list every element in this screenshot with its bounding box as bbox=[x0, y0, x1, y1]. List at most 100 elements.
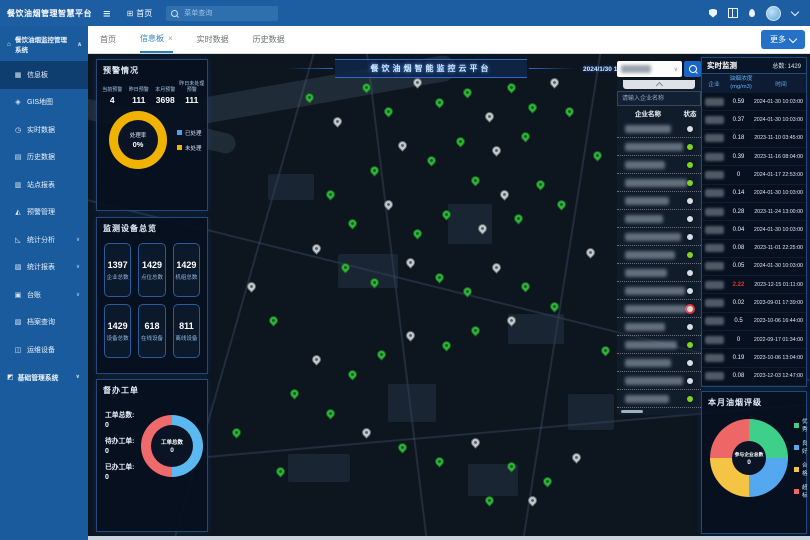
sidebar-item-8[interactable]: ▧统计报表∨ bbox=[0, 254, 88, 282]
company-name-input[interactable] bbox=[617, 91, 701, 106]
company-row[interactable] bbox=[617, 174, 701, 192]
map-pin-offline[interactable] bbox=[490, 144, 503, 157]
map-pin-online[interactable] bbox=[519, 281, 532, 294]
map-pin-offline[interactable] bbox=[360, 426, 373, 439]
hamburger-menu-icon[interactable]: ≡ bbox=[103, 7, 111, 20]
company-row[interactable] bbox=[617, 228, 701, 246]
map-pin-online[interactable] bbox=[346, 368, 359, 381]
map-pin-online[interactable] bbox=[274, 465, 287, 478]
device-stat-box[interactable]: 811离线设备 bbox=[173, 304, 200, 358]
map-pin-online[interactable] bbox=[231, 426, 244, 439]
map-pin-online[interactable] bbox=[425, 154, 438, 167]
company-row[interactable] bbox=[617, 282, 701, 300]
sidebar-item-4[interactable]: ▤历史数据 bbox=[0, 144, 88, 172]
map-pin-online[interactable] bbox=[454, 135, 467, 148]
sidebar-item-11[interactable]: ◫运维设备 bbox=[0, 336, 88, 364]
map-pin-online[interactable] bbox=[375, 349, 388, 362]
map-pin-online[interactable] bbox=[483, 494, 496, 507]
tab-2[interactable]: 信息板× bbox=[140, 26, 173, 53]
sidebar-item-10[interactable]: ▨档案查询 bbox=[0, 309, 88, 337]
layout-icon[interactable] bbox=[728, 8, 738, 18]
map-pin-online[interactable] bbox=[519, 130, 532, 143]
map-pin-online[interactable] bbox=[592, 149, 605, 162]
map-pin-online[interactable] bbox=[534, 178, 547, 191]
map-pin-online[interactable] bbox=[512, 213, 525, 226]
map-pin-online[interactable] bbox=[368, 164, 381, 177]
map-pin-online[interactable] bbox=[324, 407, 337, 420]
device-stat-box[interactable]: 1397企业总数 bbox=[104, 243, 131, 297]
tab-4[interactable]: 历史数据 bbox=[253, 26, 285, 53]
company-row[interactable] bbox=[617, 336, 701, 354]
map-pin-offline[interactable] bbox=[483, 110, 496, 123]
nav-home-link[interactable]: ⊞ 首页 bbox=[127, 8, 153, 19]
map-pin-offline[interactable] bbox=[548, 76, 561, 89]
map-pin-online[interactable] bbox=[346, 217, 359, 230]
map-pin-offline[interactable] bbox=[570, 451, 583, 464]
map-pin-offline[interactable] bbox=[584, 247, 597, 260]
map-pin-offline[interactable] bbox=[332, 115, 345, 128]
sidebar-item-3[interactable]: ◷实时数据 bbox=[0, 116, 88, 144]
flame-icon[interactable] bbox=[749, 9, 755, 17]
company-row[interactable] bbox=[617, 210, 701, 228]
chevron-down-icon[interactable] bbox=[791, 8, 799, 16]
tab-1[interactable]: 首页 bbox=[100, 26, 116, 53]
company-row[interactable] bbox=[617, 390, 701, 408]
horizontal-scrollbar[interactable] bbox=[621, 410, 643, 413]
company-row[interactable] bbox=[617, 318, 701, 336]
company-row[interactable] bbox=[617, 192, 701, 210]
sidebar-item-2[interactable]: ◈GIS地图 bbox=[0, 89, 88, 117]
device-stat-box[interactable]: 1429点位总数 bbox=[138, 243, 165, 297]
collapse-toggle[interactable] bbox=[623, 80, 695, 89]
region-select[interactable]: ∨ bbox=[617, 61, 682, 77]
map-pin-online[interactable] bbox=[563, 106, 576, 119]
company-row[interactable] bbox=[617, 246, 701, 264]
map-pin-online[interactable] bbox=[440, 339, 453, 352]
map-pin-online[interactable] bbox=[469, 174, 482, 187]
map-pin-online[interactable] bbox=[324, 188, 337, 201]
map-pin-online[interactable] bbox=[433, 456, 446, 469]
menu-search-input[interactable] bbox=[182, 9, 266, 18]
sidebar-item-6[interactable]: ◭预警管理 bbox=[0, 199, 88, 227]
company-row[interactable] bbox=[617, 354, 701, 372]
map-pin-online[interactable] bbox=[433, 271, 446, 284]
map-pin-online[interactable] bbox=[397, 441, 410, 454]
map-pin-offline[interactable] bbox=[310, 353, 323, 366]
device-stat-box[interactable]: 1429机组总数 bbox=[173, 243, 200, 297]
map-pin-online[interactable] bbox=[411, 227, 424, 240]
sidebar-item-5[interactable]: ▥站点报表 bbox=[0, 171, 88, 199]
company-row[interactable] bbox=[617, 120, 701, 138]
map-pin-online[interactable] bbox=[462, 86, 475, 99]
map-pin-offline[interactable] bbox=[404, 256, 417, 269]
map-pin-online[interactable] bbox=[382, 106, 395, 119]
company-row[interactable] bbox=[617, 372, 701, 390]
map-pin-online[interactable] bbox=[527, 101, 540, 114]
sidebar-item-1[interactable]: ▦信息板 bbox=[0, 61, 88, 89]
map-pin-online[interactable] bbox=[267, 315, 280, 328]
company-row[interactable] bbox=[617, 300, 701, 318]
shield-icon[interactable] bbox=[709, 9, 717, 18]
sidebar-item-7[interactable]: ◺统计分析∨ bbox=[0, 226, 88, 254]
map-pin-online[interactable] bbox=[541, 475, 554, 488]
company-search-button[interactable] bbox=[684, 61, 701, 77]
map-pin-online[interactable] bbox=[433, 96, 446, 109]
device-stat-box[interactable]: 618在线设备 bbox=[138, 304, 165, 358]
more-button[interactable]: 更多 bbox=[761, 30, 805, 49]
map-pin-online[interactable] bbox=[469, 324, 482, 337]
user-avatar[interactable] bbox=[766, 6, 781, 21]
menu-search-box[interactable] bbox=[166, 6, 278, 21]
map-pin-online[interactable] bbox=[505, 81, 518, 94]
company-row[interactable] bbox=[617, 156, 701, 174]
sidebar-group-base-system[interactable]: ◩ 基础管理系统 ∨ bbox=[0, 364, 88, 391]
map-pin-online[interactable] bbox=[599, 344, 612, 357]
close-icon[interactable]: × bbox=[168, 34, 173, 43]
map-pin-offline[interactable] bbox=[310, 242, 323, 255]
map-pin-online[interactable] bbox=[288, 387, 301, 400]
tab-3[interactable]: 实时数据 bbox=[197, 26, 229, 53]
device-stat-box[interactable]: 1429设备总数 bbox=[104, 304, 131, 358]
map-pin-offline[interactable] bbox=[397, 140, 410, 153]
company-row[interactable] bbox=[617, 138, 701, 156]
sidebar-item-9[interactable]: ▣台账∨ bbox=[0, 281, 88, 309]
sidebar-group-smoke-system[interactable]: ⌂ 餐饮油烟监控管理系统 ∧ bbox=[0, 26, 88, 61]
map-pin-offline[interactable] bbox=[469, 436, 482, 449]
company-row[interactable] bbox=[617, 264, 701, 282]
